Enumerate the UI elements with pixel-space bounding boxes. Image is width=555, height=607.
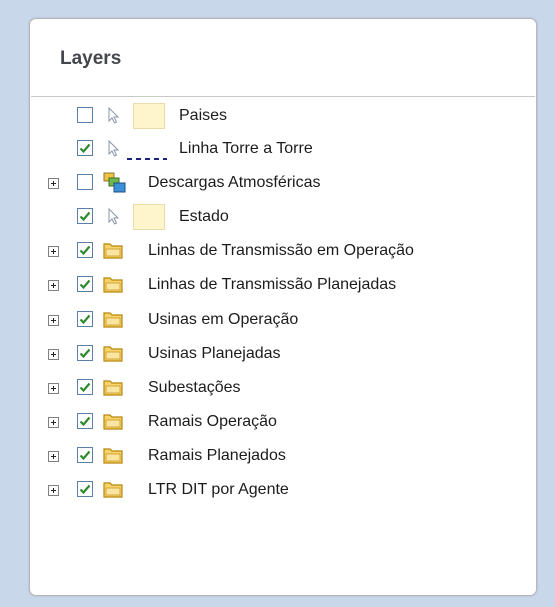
layer-checkbox[interactable] [77, 481, 93, 497]
layer-label: Estado [179, 208, 229, 225]
layer-label: Paises [179, 107, 228, 124]
layer-row-usinas-planejadas: Usinas Planejadas [30, 341, 536, 369]
layer-label: Ramais Planejados [148, 447, 286, 464]
layer-label: Linhas de Transmissão Planejadas [148, 276, 397, 293]
folder-icon [103, 446, 123, 469]
layer-row-estado: Estado [30, 204, 536, 232]
layer-checkbox[interactable] [77, 447, 93, 463]
layer-checkbox[interactable] [77, 174, 93, 190]
expand-toggle[interactable] [48, 383, 59, 394]
polygon-swatch-icon [133, 204, 165, 235]
layer-row-ltr-dit-por-agente: LTR DIT por Agente [30, 477, 536, 505]
layer-label: Linha Torre a Torre [179, 140, 313, 157]
layer-checkbox[interactable] [77, 208, 93, 224]
layer-checkbox[interactable] [77, 107, 93, 123]
expand-toggle[interactable] [48, 349, 59, 360]
layer-row-paises: Paises [30, 103, 536, 131]
layer-label: Usinas em Operação [148, 311, 299, 328]
layer-checkbox[interactable] [77, 140, 93, 156]
folder-icon [103, 412, 123, 435]
folder-icon [103, 241, 123, 264]
layer-group-icon [103, 172, 127, 199]
panel-title: Layers [60, 48, 122, 69]
select-arrow-icon[interactable] [107, 106, 121, 130]
folder-icon [103, 275, 123, 298]
title-divider [31, 96, 535, 97]
folder-icon [103, 378, 123, 401]
select-arrow-icon[interactable] [107, 139, 121, 163]
expand-toggle[interactable] [48, 485, 59, 496]
layer-checkbox[interactable] [77, 345, 93, 361]
layer-row-ramais-planejados: Ramais Planejados [30, 443, 536, 471]
expand-toggle[interactable] [48, 280, 59, 291]
expand-toggle[interactable] [48, 178, 59, 189]
polygon-swatch-icon [133, 103, 165, 134]
layer-checkbox[interactable] [77, 379, 93, 395]
layer-label: Descargas Atmosféricas [148, 174, 321, 191]
layer-row-descargas-atmosfericas: Descargas Atmosféricas [30, 170, 536, 198]
layer-label: Ramais Operação [148, 413, 277, 430]
layer-row-linha-torre-a-torre: Linha Torre a Torre [30, 136, 536, 164]
folder-icon [103, 310, 123, 333]
dashed-line-symbol-icon [127, 148, 167, 166]
layer-label: Subestações [148, 379, 241, 396]
layer-label: Usinas Planejadas [148, 345, 281, 362]
layer-checkbox[interactable] [77, 413, 93, 429]
layer-row-linhas-transmissao-operacao: Linhas de Transmissão em Operação [30, 238, 536, 266]
layers-panel: Layers Paises Linha Torre a Torre Descar… [29, 18, 537, 596]
layer-label: LTR DIT por Agente [148, 481, 289, 498]
select-arrow-icon[interactable] [107, 207, 121, 231]
folder-icon [103, 480, 123, 503]
layer-row-linhas-transmissao-planejadas: Linhas de Transmissão Planejadas [30, 272, 536, 300]
layer-checkbox[interactable] [77, 311, 93, 327]
layer-checkbox[interactable] [77, 276, 93, 292]
expand-toggle[interactable] [48, 246, 59, 257]
layer-row-usinas-operacao: Usinas em Operação [30, 307, 536, 335]
expand-toggle[interactable] [48, 315, 59, 326]
layer-checkbox[interactable] [77, 242, 93, 258]
layer-row-ramais-operacao: Ramais Operação [30, 409, 536, 437]
layer-row-subestacoes: Subestações [30, 375, 536, 403]
layer-label: Linhas de Transmissão em Operação [148, 242, 414, 259]
expand-toggle[interactable] [48, 451, 59, 462]
folder-icon [103, 344, 123, 367]
expand-toggle[interactable] [48, 417, 59, 428]
